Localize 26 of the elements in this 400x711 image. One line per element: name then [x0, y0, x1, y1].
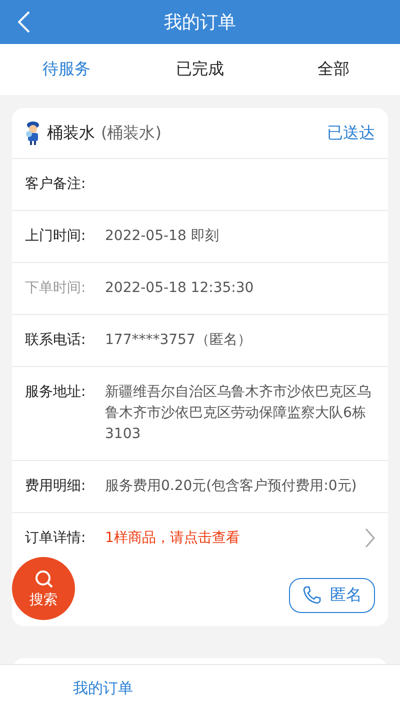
- field-label: 下单时间:: [25, 279, 87, 298]
- search-icon: [34, 568, 54, 588]
- field-value: 新疆维吾尔自治区乌鲁木齐市沙依巴克区乌鲁木齐市沙依巴克区劳动保障监察大队6栋3103: [105, 383, 372, 444]
- field-label: 费用明细:: [25, 477, 87, 496]
- field-label: 服务地址:: [25, 383, 87, 402]
- back-icon[interactable]: [18, 11, 30, 33]
- tab[interactable]: 待服务: [0, 44, 134, 95]
- tab[interactable]: 全部: [266, 44, 400, 95]
- delivery-worker-icon: [25, 121, 41, 145]
- order-status: 已送达: [327, 122, 375, 144]
- field-label: 上门时间:: [25, 227, 87, 246]
- field-value: 服务费用0.20元(包含客户预付费用:0元): [105, 477, 357, 496]
- field-label: 订单详情:: [25, 529, 87, 548]
- field-value: 2022-05-18 12:35:30: [105, 279, 254, 298]
- field-label: 客户备注:: [25, 175, 87, 194]
- field-value: 177****3757（匿名）: [105, 331, 252, 350]
- phone-icon: [302, 585, 322, 605]
- tab[interactable]: 已完成: [133, 44, 267, 95]
- field-value: 2022-05-18 即刻: [105, 227, 219, 246]
- field-label: 联系电话:: [25, 331, 87, 350]
- page-title: 我的订单: [164, 11, 236, 34]
- chevron-right-icon[interactable]: [365, 528, 375, 548]
- product-name: 桶装水: [47, 122, 95, 144]
- order-details-link[interactable]: 1样商品，请点击查看: [105, 528, 240, 549]
- call-button[interactable]: 匿名: [289, 578, 375, 612]
- product-note: (桶装水): [101, 122, 162, 144]
